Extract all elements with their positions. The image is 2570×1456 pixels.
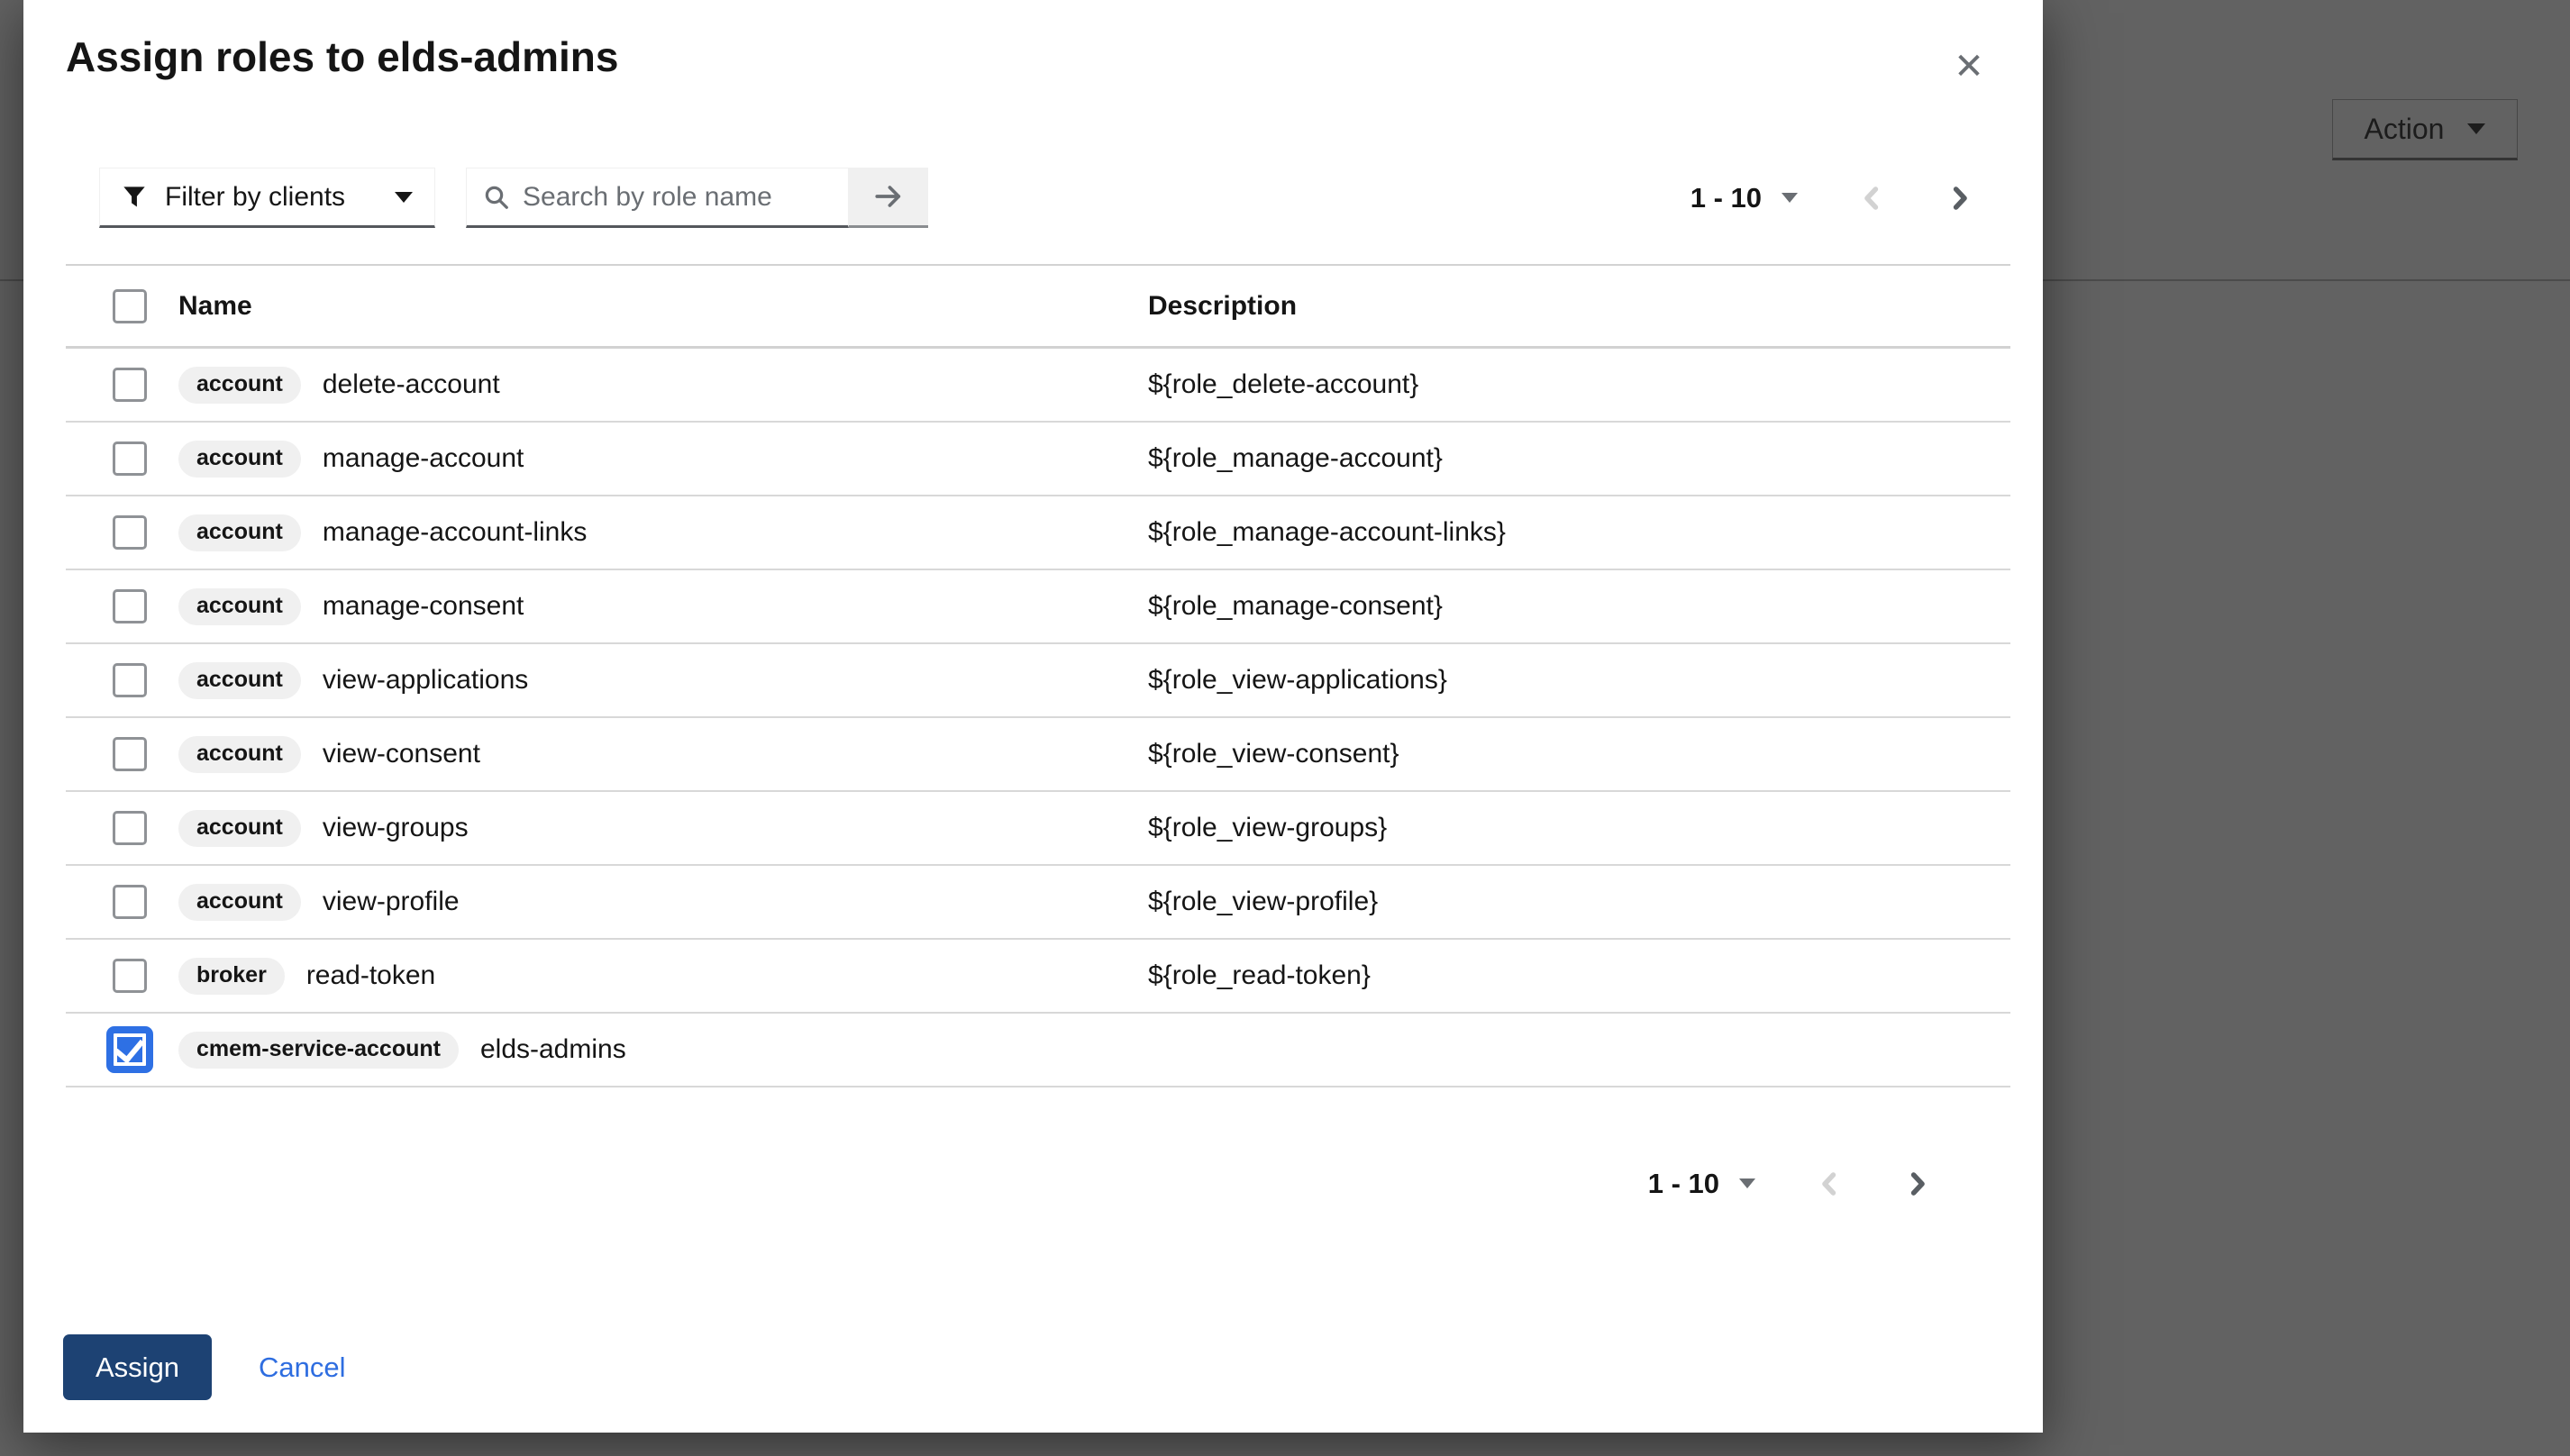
role-name: view-groups [323,813,469,843]
client-badge: cmem-service-account [178,1032,459,1069]
filter-label: Filter by clients [165,182,345,213]
column-header-description: Description [1148,291,2010,322]
search-submit-button[interactable] [849,168,928,228]
pagination-range: 1 - 10 [1648,1168,1719,1200]
role-description: ${role_view-groups} [1148,813,2010,843]
role-description: ${role_manage-account-links} [1148,517,2010,548]
role-name: elds-admins [480,1034,626,1065]
role-name: view-consent [323,739,480,769]
row-checkbox[interactable] [113,368,147,402]
chevron-left-icon [1858,185,1885,212]
column-header-name: Name [178,291,1148,322]
role-description: ${role_view-profile} [1148,887,2010,917]
role-description: ${role_view-applications} [1148,665,2010,696]
table-row: broker read-token ${role_read-token} [66,940,2010,1014]
table-row: account manage-account-links ${role_mana… [66,496,2010,570]
chevron-down-icon [395,192,413,203]
chevron-down-icon [1782,193,1798,203]
search-icon [483,184,510,211]
table-row: account view-applications ${role_view-ap… [66,644,2010,718]
pagination-range: 1 - 10 [1691,182,1762,214]
chevron-down-icon [2467,123,2485,134]
select-all-checkbox[interactable] [113,289,147,323]
role-name: read-token [306,960,435,991]
role-name: view-profile [323,887,460,917]
role-name: delete-account [323,369,500,400]
previous-page-button [1811,1166,1847,1202]
pagination-range-toggle[interactable]: 1 - 10 [1648,1168,1755,1200]
client-badge: account [178,810,301,847]
arrow-right-icon [873,181,904,212]
row-checkbox[interactable] [113,663,147,697]
cancel-button[interactable]: Cancel [259,1351,346,1384]
modal-footer: Assign Cancel [63,1334,346,1400]
role-name: view-applications [323,665,528,696]
table-header-row: Name Description [66,266,2010,349]
client-badge: account [178,662,301,699]
table-row: account manage-account ${role_manage-acc… [66,423,2010,496]
row-checkbox[interactable] [113,515,147,550]
role-name: manage-account-links [323,517,587,548]
search-box [466,168,849,228]
role-description: ${role_view-consent} [1148,739,2010,769]
search-input[interactable] [523,182,848,213]
chevron-right-icon [1946,185,1973,212]
search-group [466,168,928,228]
row-checkbox[interactable] [106,1026,153,1073]
table-row: account view-consent ${role_view-consent… [66,718,2010,792]
modal-title: Assign roles to elds-admins [66,32,618,81]
table-row: account view-profile ${role_view-profile… [66,866,2010,940]
client-badge: account [178,736,301,773]
previous-page-button [1854,180,1890,216]
table-row: account view-groups ${role_view-groups} [66,792,2010,866]
role-description: ${role_delete-account} [1148,369,2010,400]
table-row: account manage-consent ${role_manage-con… [66,570,2010,644]
action-dropdown-button[interactable]: Action [2332,99,2518,160]
row-checkbox[interactable] [113,737,147,771]
table-row: cmem-service-account elds-admins [66,1014,2010,1087]
chevron-down-icon [1739,1178,1755,1188]
pagination-range-toggle[interactable]: 1 - 10 [1691,182,1798,214]
pagination-bottom: 1 - 10 [1648,1153,1936,1214]
close-icon[interactable]: ✕ [1942,40,1996,94]
table-body: account delete-account ${role_delete-acc… [66,349,2010,1087]
client-badge: broker [178,958,285,995]
row-checkbox[interactable] [113,811,147,845]
next-page-button[interactable] [1942,180,1978,216]
row-checkbox[interactable] [113,589,147,623]
client-badge: account [178,441,301,478]
chevron-right-icon [1904,1170,1931,1197]
row-checkbox[interactable] [113,441,147,476]
role-name: manage-consent [323,591,524,622]
table-row: account delete-account ${role_delete-acc… [66,349,2010,423]
role-description: ${role_manage-account} [1148,443,2010,474]
action-dropdown-label: Action [2365,113,2445,146]
chevron-left-icon [1816,1170,1843,1197]
role-description: ${role_read-token} [1148,960,2010,991]
role-name: manage-account [323,443,524,474]
roles-table: Name Description account delete-account … [66,264,2010,1087]
assign-button[interactable]: Assign [63,1334,212,1400]
pagination-top: 1 - 10 [1691,168,1978,228]
client-badge: account [178,367,301,404]
role-description: ${role_manage-consent} [1148,591,2010,622]
row-checkbox[interactable] [113,959,147,993]
modal-toolbar: Filter by clients [99,168,928,228]
client-badge: account [178,588,301,625]
client-badge: account [178,514,301,551]
row-checkbox[interactable] [113,885,147,919]
next-page-button[interactable] [1900,1166,1936,1202]
funnel-icon [122,185,147,210]
assign-roles-modal: Assign roles to elds-admins ✕ Filter by … [23,0,2043,1433]
filter-by-clients-dropdown[interactable]: Filter by clients [99,168,435,228]
client-badge: account [178,884,301,921]
